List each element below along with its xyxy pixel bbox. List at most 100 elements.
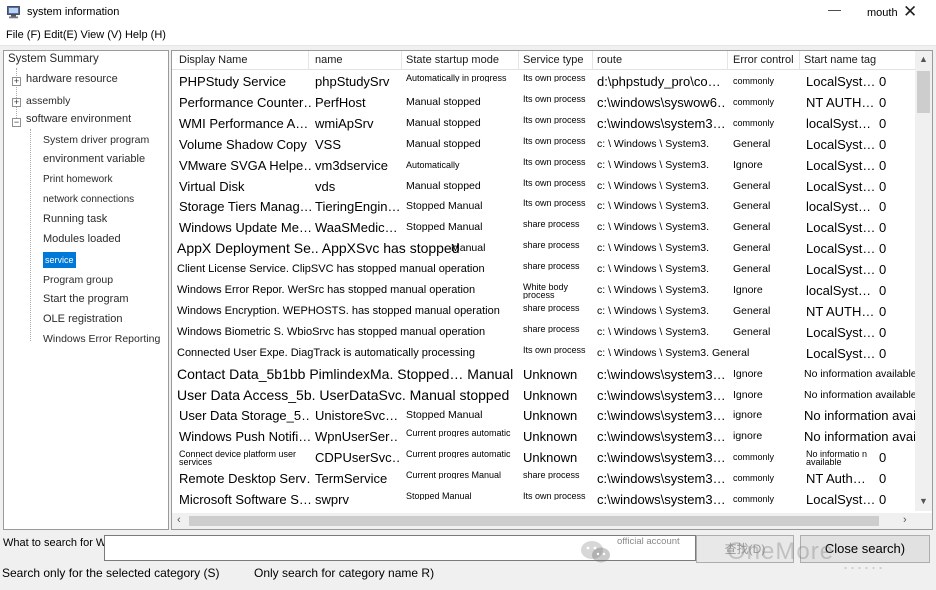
tree-node-software-environment[interactable]: software environment	[26, 113, 131, 125]
column-separator[interactable]	[401, 51, 402, 70]
minimize-icon[interactable]: —	[828, 2, 841, 17]
search-category-name-option[interactable]: Only search for category name R)	[254, 566, 434, 580]
table-row[interactable]: Windows Encryption. WEPHOSTS. has stoppe…	[172, 301, 916, 322]
table-row[interactable]: Connect device platform user services CDP…	[172, 447, 916, 468]
service-start-name: No information available	[804, 367, 917, 380]
tree-node-start-the-program[interactable]: Start the program	[43, 293, 129, 305]
service-tag: 0	[879, 220, 887, 236]
service-route: c:\windows\system3…	[597, 429, 725, 445]
service-tag: 0	[879, 74, 887, 89]
table-row[interactable]: Windows Biometric S. WbioSrvc has stoppe…	[172, 322, 916, 343]
table-row[interactable]: User Data Access_5b. UserDataSvc. Manual…	[172, 385, 917, 406]
table-row[interactable]: PHPStudy Service phpStudySrv Automatically…	[172, 71, 916, 92]
vertical-scroll-thumb[interactable]	[917, 71, 930, 113]
service-type: share process	[523, 471, 580, 480]
service-start-name: localSyst…	[806, 199, 872, 215]
service-merged-text: Windows Error Repor. WerSrc has stopped …	[177, 284, 476, 296]
search-selected-category-option[interactable]: Search only for the selected category (S…	[2, 566, 219, 580]
service-state: Current progres automatic	[406, 429, 511, 438]
service-error-control: commonly	[733, 76, 775, 86]
vertical-scrollbar[interactable]: ▲ ▼	[915, 51, 932, 511]
column-header-state-startup-mode[interactable]: State startup mode	[406, 54, 499, 66]
column-separator[interactable]	[799, 51, 800, 70]
table-row[interactable]: VMware SVGA Helpe… vm3dservice Automatical…	[172, 155, 916, 176]
service-state: Manual stopped	[406, 137, 481, 150]
table-row[interactable]: Windows Push Notifi… WpnUserSer… Current p…	[172, 426, 932, 447]
menu-items[interactable]: File (F) Edit(E) View (V) Help (H)	[6, 29, 166, 41]
service-error-control: General	[733, 242, 771, 255]
tree-node-program-group[interactable]: Program group	[43, 274, 113, 286]
service-state: Stopped Manual	[406, 492, 472, 500]
column-header-start-name-tag[interactable]: Start name tag	[804, 54, 876, 66]
tree-root-system-summary[interactable]: System Summary	[8, 53, 99, 65]
scroll-right-icon[interactable]: ›	[903, 514, 907, 526]
service-name: wmiApSrv	[315, 115, 374, 131]
table-row[interactable]: AppX Deployment Se.. AppXSvc has stopped…	[172, 238, 916, 259]
service-type: Its own process	[523, 199, 586, 208]
tree-expand-icon[interactable]: +	[12, 77, 21, 86]
tree-node-network-connections[interactable]: network connections	[43, 194, 134, 205]
table-row[interactable]: Microsoft Software S… swprv Stopped Manual…	[172, 489, 916, 510]
service-start-name: localSyst…	[806, 115, 872, 131]
service-tag: 0	[879, 115, 887, 131]
tree-expand-icon[interactable]: +	[12, 98, 21, 107]
service-route: c: \ Windows \ System3.	[597, 221, 710, 234]
tree-node-assembly[interactable]: assembly	[26, 95, 70, 107]
service-start-name: localSyst…	[806, 283, 872, 298]
column-separator[interactable]	[727, 51, 728, 70]
service-type: Its own process	[523, 115, 586, 124]
table-row[interactable]: Storage Tiers Manag… TieringEngin… Stopped…	[172, 196, 916, 217]
service-start-name: LocalSyst…	[806, 492, 876, 507]
close-icon[interactable]: ✕	[903, 3, 917, 20]
table-row[interactable]: Connected User Expe. DiagTrack is automa…	[172, 343, 916, 364]
horizontal-scroll-thumb[interactable]	[189, 516, 879, 526]
tree-collapse-icon[interactable]: −	[12, 118, 21, 127]
tree-node-system-driver-program[interactable]: System driver program	[43, 134, 149, 146]
tree-node-ole-registration[interactable]: OLE registration	[43, 313, 122, 325]
system-information-app-icon	[7, 6, 20, 19]
tree-node-modules-loaded[interactable]: Modules loaded	[43, 233, 121, 245]
service-tag: 0	[879, 136, 887, 152]
service-name: TermService	[315, 471, 388, 487]
tree-node-running-task[interactable]: Running task	[43, 213, 107, 225]
table-row[interactable]: WMI Performance A… wmiApSrv Manual stopped…	[172, 113, 916, 134]
table-row[interactable]: Contact Data_5b1bb PimlindexMa. Stopped……	[172, 364, 917, 385]
scroll-up-icon[interactable]: ▲	[919, 54, 928, 64]
table-row[interactable]: Windows Error Repor. WerSrc has stopped …	[172, 280, 916, 301]
scroll-down-icon[interactable]: ▼	[919, 496, 928, 506]
category-tree[interactable]: System Summary + hardware resource + ass…	[3, 50, 169, 530]
column-separator[interactable]	[308, 51, 309, 70]
column-separator[interactable]	[518, 51, 519, 70]
search-label: What to search for W:	[3, 537, 110, 549]
column-header-service-type[interactable]: Service type	[523, 54, 584, 66]
tree-node-service-selected[interactable]: service	[43, 252, 76, 268]
table-row[interactable]: Remote Desktop Serv… TermService Current p…	[172, 468, 916, 489]
table-row[interactable]: Virtual Disk vds Manual stopped Its own pro…	[172, 176, 916, 197]
table-row[interactable]: Volume Shadow Copy VSS Manual stopped Its o…	[172, 134, 916, 155]
service-type: share process	[523, 241, 580, 250]
tree-node-windows-error-reporting[interactable]: Windows Error Reporting	[43, 333, 160, 345]
table-row[interactable]: Client License Service. ClipSVC has stop…	[172, 259, 916, 280]
column-header-route[interactable]: route	[597, 54, 622, 66]
scroll-left-icon[interactable]: ‹	[177, 514, 181, 526]
service-route: c:\windows\system3…	[597, 366, 725, 382]
horizontal-scrollbar[interactable]: ‹ ›	[172, 513, 916, 529]
service-start-name: LocalSyst…	[806, 324, 876, 340]
column-header-display-name[interactable]: Display Name	[179, 54, 247, 66]
table-row[interactable]: Windows Update Me… WaaSMedic… Stopped Manu…	[172, 217, 916, 238]
menu-bar: File (F) Edit(E) View (V) Help (H)	[0, 26, 936, 46]
table-row[interactable]: Performance Counter… PerfHost Manual stopp…	[172, 92, 916, 113]
service-type: White body process	[523, 283, 569, 299]
service-name: TieringEngin…	[315, 199, 399, 215]
service-error-control: commonly	[733, 96, 775, 107]
column-separator[interactable]	[592, 51, 593, 70]
column-header-name[interactable]: name	[315, 54, 343, 66]
column-header-error-control[interactable]: Error control	[733, 54, 794, 66]
service-type: Its own process	[523, 136, 586, 145]
tree-node-print-homework[interactable]: Print homework	[43, 174, 112, 185]
table-row[interactable]: User Data Storage_5… UnistoreSvc… Stopped …	[172, 405, 932, 426]
service-start-name: LocalSyst…	[806, 241, 876, 257]
tree-node-hardware-resource[interactable]: hardware resource	[26, 73, 118, 85]
tree-node-environment-variable[interactable]: environment variable	[43, 153, 145, 165]
service-table[interactable]: Display Name name State startup mode Ser…	[171, 50, 933, 530]
